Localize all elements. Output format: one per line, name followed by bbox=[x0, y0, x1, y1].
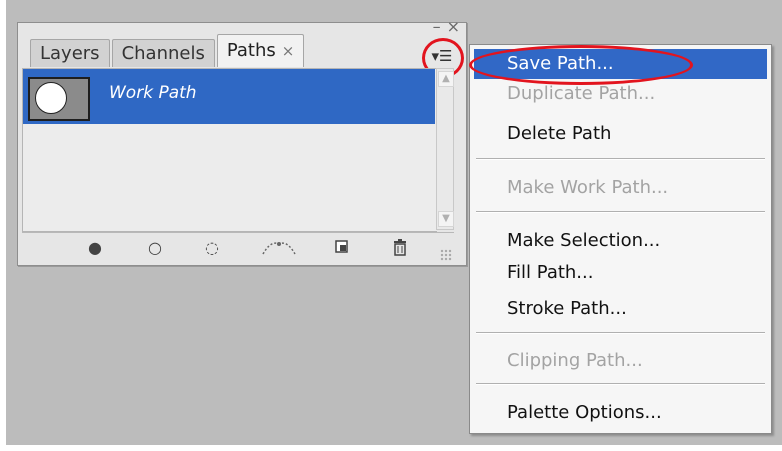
paths-scrollbar[interactable]: ▲ ▼ bbox=[436, 68, 454, 230]
load-selection-icon[interactable]: ◌ bbox=[202, 238, 222, 258]
paths-list: Work Path bbox=[22, 68, 437, 232]
scroll-down-icon[interactable]: ▼ bbox=[438, 211, 454, 227]
menu-separator bbox=[476, 158, 765, 160]
menu-item-clipping-path[interactable]: Clipping Path... bbox=[474, 346, 767, 376]
menu-separator bbox=[476, 211, 765, 213]
menu-item-fill-path[interactable]: Fill Path... bbox=[474, 258, 767, 288]
scroll-up-icon[interactable]: ▲ bbox=[438, 71, 454, 87]
menu-item-make-work-path[interactable]: Make Work Path... bbox=[474, 173, 767, 203]
menu-item-delete-path[interactable]: Delete Path bbox=[474, 119, 767, 149]
paths-toolbar: ● ○ ◌ bbox=[22, 232, 454, 263]
tab-label: Layers bbox=[40, 43, 100, 64]
menu-item-palette-options[interactable]: Palette Options... bbox=[474, 398, 767, 428]
resize-grip[interactable] bbox=[440, 249, 452, 261]
list-item-work-path[interactable]: Work Path bbox=[23, 69, 435, 124]
menu-separator bbox=[476, 332, 765, 334]
fill-path-icon[interactable]: ● bbox=[85, 238, 105, 258]
path-thumbnail bbox=[28, 77, 90, 121]
paths-flyout-menu: Save Path... Duplicate Path... Delete Pa… bbox=[469, 44, 772, 434]
delete-path-icon[interactable] bbox=[390, 238, 410, 258]
tab-close-icon[interactable]: × bbox=[282, 42, 295, 60]
paths-palette: – × Layers Channels Paths × ▾☰ Work Path … bbox=[17, 19, 467, 266]
make-work-path-icon[interactable] bbox=[259, 238, 299, 258]
new-path-icon[interactable] bbox=[332, 238, 352, 258]
menu-item-make-selection[interactable]: Make Selection... bbox=[474, 226, 767, 256]
tab-paths[interactable]: Paths × bbox=[216, 34, 305, 67]
stroke-path-icon[interactable]: ○ bbox=[145, 238, 165, 258]
minimize-icon[interactable]: – bbox=[433, 19, 441, 35]
annotation-circle-save-path bbox=[469, 45, 693, 85]
menu-separator bbox=[476, 383, 765, 385]
palette-tabs: Layers Channels Paths × bbox=[30, 34, 306, 67]
close-icon[interactable]: × bbox=[447, 19, 460, 35]
menu-item-stroke-path[interactable]: Stroke Path... bbox=[474, 294, 767, 324]
tab-label: Paths bbox=[226, 40, 276, 61]
path-name-label: Work Path bbox=[109, 83, 197, 103]
tab-layers[interactable]: Layers bbox=[30, 39, 110, 67]
tab-channels[interactable]: Channels bbox=[111, 39, 215, 67]
tab-label: Channels bbox=[121, 43, 205, 64]
path-shape-preview bbox=[35, 82, 67, 114]
palette-window-controls: – × bbox=[433, 19, 460, 35]
